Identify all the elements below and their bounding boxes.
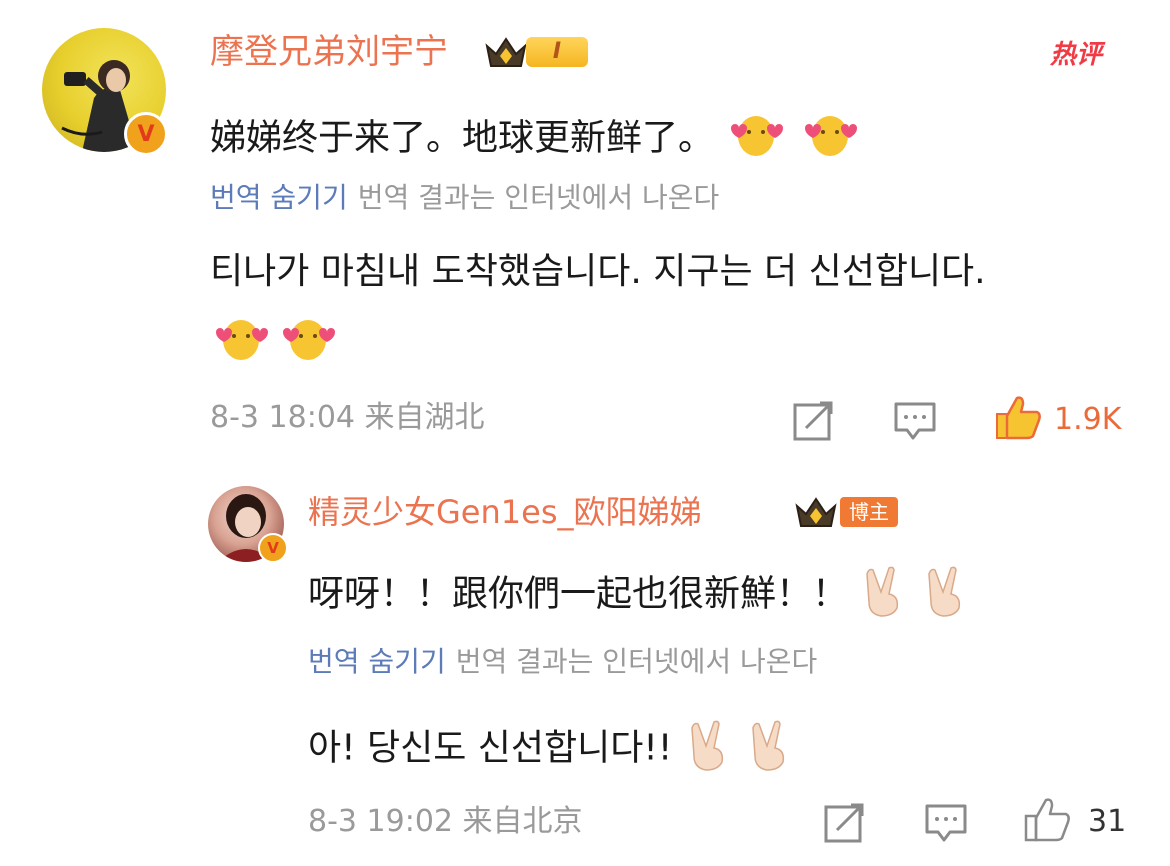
hearts-emoji-icon	[725, 106, 787, 173]
vip-level: I	[526, 37, 588, 67]
reply-location: 来自北京	[462, 804, 583, 839]
translation-note: 번역 결과는 인터넷에서 나온다	[357, 181, 720, 214]
comment-text: 娣娣终于来了。地球更新鲜了。	[210, 106, 861, 173]
reply-meta: 8-3 19:02 来自北京	[308, 804, 583, 840]
victory-hand-emoji-icon	[921, 562, 971, 629]
repost-icon[interactable]	[823, 800, 867, 844]
reply-username[interactable]: 精灵少女Gen1es_欧阳娣娣	[308, 492, 702, 532]
comment-meta: 8-3 18:04 来自湖北	[210, 400, 485, 436]
victory-hand-emoji-icon	[745, 716, 795, 783]
comment-time: 8-3 18:04	[210, 400, 355, 435]
comment-text-body: 娣娣终于来了。地球更新鲜了。	[210, 117, 715, 159]
comment-location: 来自湖北	[364, 400, 485, 435]
reply-translation: 아! 당신도 신선합니다!!	[308, 716, 795, 783]
vip-badge[interactable]: I	[484, 34, 588, 70]
reply-text-body: 呀呀！！跟你們一起也很新鮮！！	[308, 573, 849, 615]
comment-icon[interactable]	[893, 398, 937, 442]
hot-comment-tag: 热评	[1050, 40, 1103, 70]
like-icon[interactable]	[995, 394, 1043, 442]
comment-icon[interactable]	[924, 800, 968, 844]
hide-translation-link[interactable]: 번역 숨기기	[210, 181, 348, 214]
reply-text: 呀呀！！跟你們一起也很新鮮！！	[308, 562, 971, 629]
comment-translation: 티나가 마침내 도착했습니다. 지구는 더 신선합니다.	[210, 251, 986, 292]
translate-row: 번역 숨기기 번역 결과는 인터넷에서 나온다	[308, 644, 817, 680]
hearts-emoji-icon	[277, 310, 339, 370]
translation-note: 번역 결과는 인터넷에서 나온다	[455, 645, 818, 678]
reply-time: 8-3 19:02	[308, 804, 453, 839]
like-count: 31	[1088, 804, 1127, 839]
victory-hand-emoji-icon	[859, 562, 909, 629]
comment-username[interactable]: 摩登兄弟刘宇宁	[210, 32, 448, 72]
verified-icon: V	[258, 533, 288, 563]
hide-translation-link[interactable]: 번역 숨기기	[308, 645, 446, 678]
crown-icon	[795, 497, 837, 527]
like-icon[interactable]	[1024, 796, 1072, 844]
host-tag: 博主	[840, 497, 898, 527]
victory-hand-emoji-icon	[684, 716, 734, 783]
hearts-emoji-icon	[210, 310, 272, 370]
verified-icon: V	[124, 112, 168, 156]
host-badge[interactable]: 博主	[794, 494, 898, 530]
like-count: 1.9K	[1054, 402, 1122, 437]
crown-icon	[485, 37, 527, 67]
repost-icon[interactable]	[792, 398, 836, 442]
hearts-emoji-icon	[799, 106, 861, 173]
translate-row: 번역 숨기기 번역 결과는 인터넷에서 나온다	[210, 180, 719, 216]
reply-translation-body: 아! 당신도 신선합니다!!	[308, 727, 673, 769]
translation-emojis	[210, 310, 339, 370]
